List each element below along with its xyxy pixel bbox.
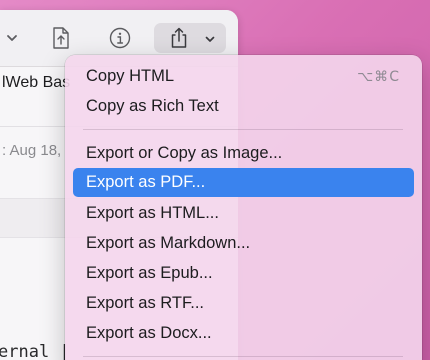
menu-item-export-pdf[interactable]: Export as PDF... [73,168,414,197]
document-title: lWeb Bas [2,74,71,91]
info-icon[interactable] [108,26,132,50]
menu-item-export-docx[interactable]: Export as Docx... [73,319,414,348]
menu-item-label: Export as Docx... [86,324,212,342]
menu-item-label: Export as RTF... [86,294,204,312]
menu-item-label: Export as PDF... [86,173,206,191]
menu-item-export-epub[interactable]: Export as Epub... [73,259,414,288]
menu-item-label: Export or Copy as Image... [86,144,283,162]
menu-separator [83,356,403,357]
chevron-down-icon [204,32,216,44]
chevron-down-icon[interactable] [2,28,22,48]
menu-item-label: Copy HTML [86,67,175,85]
code-text: ernal | [0,342,70,360]
menu-item-copy-html[interactable]: Copy HTML ⌥⌘C [73,62,414,91]
menu-separator [83,129,403,130]
share-menu: Copy HTML ⌥⌘C Copy as Rich Text Export o… [65,55,422,360]
menu-item-export-image[interactable]: Export or Copy as Image... [73,139,414,168]
menu-item-export-markdown[interactable]: Export as Markdown... [73,229,414,258]
share-button[interactable] [154,23,226,53]
menu-item-label: Export as HTML... [86,204,219,222]
share-icon [169,27,189,49]
menu-item-label: Export as Epub... [86,264,213,282]
menu-item-export-html[interactable]: Export as HTML... [73,199,414,228]
share-document-icon[interactable] [50,26,72,50]
document-date: : Aug 18, [2,142,62,159]
menu-item-label: Export as Markdown... [86,234,251,252]
menu-item-export-rtf[interactable]: Export as RTF... [73,289,414,318]
keyboard-shortcut: ⌥⌘C [357,68,400,85]
menu-item-label: Copy as Rich Text [86,97,219,115]
menu-item-copy-rich-text[interactable]: Copy as Rich Text [73,92,414,121]
